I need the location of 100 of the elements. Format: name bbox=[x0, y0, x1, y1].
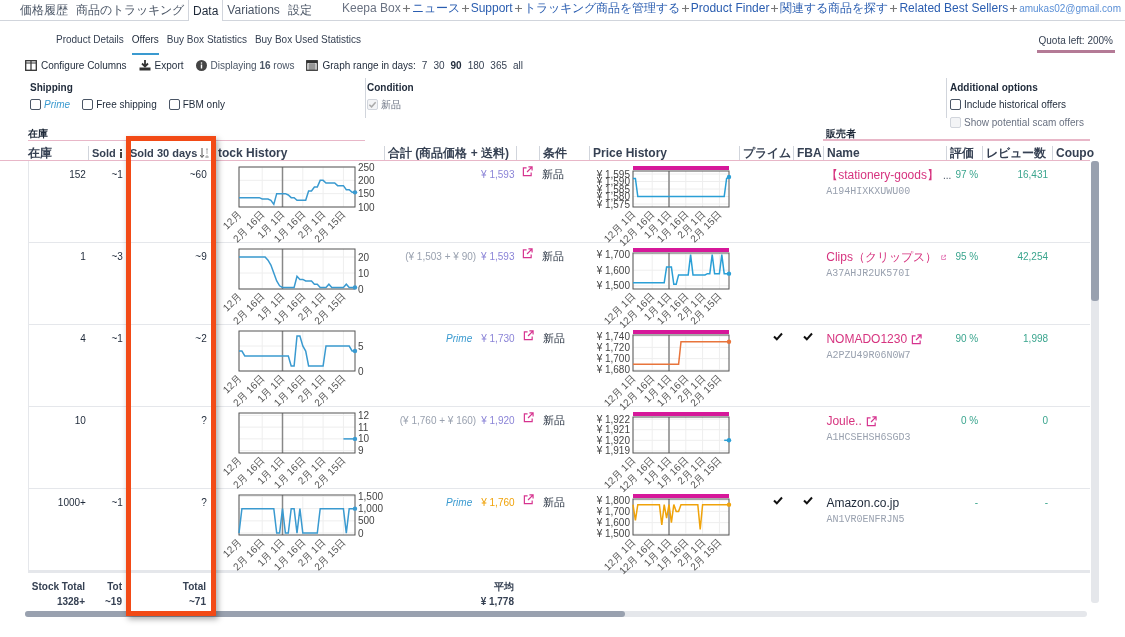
sold-30-days-count: ~2 bbox=[195, 333, 207, 344]
range-option[interactable]: all bbox=[513, 57, 524, 73]
column-header[interactable]: Coupo bbox=[1056, 144, 1094, 162]
seller-id: A2PZU49R06N0W7 bbox=[826, 349, 912, 363]
sub-tab[interactable]: Product Details bbox=[56, 27, 124, 55]
stock-count: 4 bbox=[80, 333, 86, 344]
separator-icon bbox=[461, 4, 469, 12]
external-link-icon[interactable] bbox=[522, 330, 534, 341]
seller-name[interactable]: Amazon.co.jp bbox=[826, 494, 900, 512]
top-tab[interactable]: Data bbox=[188, 0, 224, 21]
sort-icon[interactable] bbox=[200, 148, 210, 158]
sold-count: ~1 bbox=[111, 333, 123, 344]
sold-30-days-count: ? bbox=[201, 415, 207, 426]
seller-name[interactable]: NOMADO1230 bbox=[826, 330, 908, 348]
column-header[interactable]: Name bbox=[827, 144, 860, 162]
group-header: 販売者 bbox=[823, 127, 1090, 141]
axis-tick-label: 0 bbox=[357, 365, 364, 377]
price-breakdown: (¥ 1,503 + ¥ 90) bbox=[405, 250, 477, 264]
column-header[interactable]: プライム bbox=[743, 144, 791, 162]
review-count: 0 bbox=[1042, 415, 1049, 426]
vertical-scrollbar[interactable] bbox=[1091, 161, 1099, 603]
range-option[interactable]: 90 bbox=[450, 57, 462, 73]
range-option[interactable]: 7 bbox=[421, 57, 428, 73]
column-header[interactable]: FBA bbox=[797, 144, 822, 162]
column-header[interactable]: Price History bbox=[593, 144, 668, 162]
total-price: ¥ 1,593 bbox=[481, 250, 515, 264]
review-count: - bbox=[1044, 497, 1049, 508]
axis-tick-label: 1,000 bbox=[357, 503, 383, 515]
column-header[interactable]: 合計 (商品価格 + 送料) bbox=[388, 144, 509, 162]
axis-tick-label: 0 bbox=[357, 527, 364, 539]
external-link-icon[interactable] bbox=[522, 248, 534, 259]
column-header[interactable]: 在庫 bbox=[28, 144, 52, 162]
range-option[interactable]: 365 bbox=[490, 57, 508, 73]
prime-label: Prime bbox=[446, 332, 473, 346]
top-tab[interactable]: Variations bbox=[223, 0, 284, 20]
checkbox[interactable] bbox=[168, 99, 180, 110]
review-count: 16,431 bbox=[1017, 169, 1049, 180]
header-link[interactable]: Related Best Sellers bbox=[899, 0, 1009, 17]
account-link[interactable]: amukas02@gmail.com bbox=[1019, 0, 1121, 16]
separator-icon bbox=[681, 4, 689, 12]
stock-count: 1 bbox=[80, 251, 86, 262]
filter-title: Shipping bbox=[30, 81, 74, 95]
axis-tick-label: 200 bbox=[357, 174, 375, 186]
range-option[interactable]: 30 bbox=[433, 57, 445, 73]
seller-id: A37AHJR2UK570I bbox=[826, 267, 912, 281]
header-link[interactable]: 関連する商品を探す bbox=[780, 0, 889, 17]
sold-count: ~1 bbox=[111, 169, 123, 180]
export-button[interactable]: Export bbox=[138, 57, 184, 73]
range-option[interactable]: 180 bbox=[467, 57, 485, 73]
checkbox[interactable] bbox=[30, 99, 41, 110]
horizontal-scrollbar[interactable] bbox=[25, 611, 1087, 617]
rating-text: - bbox=[974, 497, 979, 508]
axis-tick-label: 10 bbox=[357, 267, 369, 279]
column-header[interactable]: 条件 bbox=[543, 144, 567, 162]
axis-tick-label: ¥ 1,700 bbox=[596, 249, 631, 261]
rating-text: 0 % bbox=[960, 415, 979, 426]
column-header[interactable]: Sold bbox=[92, 144, 116, 162]
header-link[interactable]: Product Finder bbox=[690, 0, 770, 17]
sold-30-days-count: ~60 bbox=[189, 169, 207, 180]
seller-name[interactable]: 【stationery-goods】 bbox=[826, 166, 939, 184]
column-header[interactable]: レビュー数 bbox=[986, 144, 1046, 162]
external-link-icon[interactable] bbox=[911, 333, 923, 345]
checkbox[interactable] bbox=[82, 99, 94, 110]
column-header[interactable]: Sold 30 days bbox=[130, 144, 198, 162]
axis-tick-label: ¥ 1,700 bbox=[597, 505, 631, 517]
column-header[interactable]: 評価 bbox=[950, 144, 974, 162]
checkbox-label: Free shipping bbox=[96, 98, 157, 112]
header-link[interactable]: ニュース bbox=[411, 0, 460, 17]
axis-tick-label: 9 bbox=[357, 445, 364, 457]
info-icon bbox=[118, 148, 123, 158]
sub-tab[interactable]: Offers bbox=[131, 27, 159, 55]
top-tab[interactable]: 設定 bbox=[283, 0, 316, 20]
condition-text: 新品 bbox=[542, 250, 565, 262]
checkbox[interactable] bbox=[950, 99, 961, 110]
top-tab[interactable]: 価格履歴 bbox=[16, 0, 72, 20]
seller-name[interactable]: Clips（クリップス） bbox=[826, 248, 937, 266]
stock-count: 10 bbox=[74, 415, 86, 426]
header-link[interactable]: Support bbox=[470, 0, 513, 17]
top-tab[interactable]: 商品のトラッキング bbox=[72, 0, 188, 20]
header-link[interactable]: トラッキング商品を管理する bbox=[523, 0, 680, 17]
external-link-icon[interactable] bbox=[522, 166, 534, 177]
external-link-icon[interactable] bbox=[522, 494, 534, 505]
sub-tab[interactable]: Buy Box Used Statistics bbox=[254, 27, 362, 55]
external-link-icon[interactable] bbox=[865, 415, 877, 427]
end-marker bbox=[352, 348, 357, 354]
footer-label: Stock Total bbox=[31, 580, 85, 594]
configure-columns-button[interactable]: Configure Columns bbox=[25, 57, 127, 73]
axis-tick-label: ¥ 1,919 bbox=[597, 445, 631, 457]
header-link[interactable]: Keepa Box bbox=[341, 0, 401, 17]
external-link-icon[interactable] bbox=[522, 412, 534, 423]
axis-tick-label: 500 bbox=[357, 515, 375, 527]
seller-name[interactable]: Joule.. bbox=[826, 412, 862, 430]
axis-tick-label: ¥ 1,800 bbox=[597, 494, 631, 506]
axis-tick-label: ¥ 1,920 bbox=[597, 434, 631, 446]
seller-id: AN1VR0ENFRJN5 bbox=[826, 513, 906, 527]
stock-count: 152 bbox=[69, 169, 86, 180]
column-header[interactable]: tock History bbox=[218, 144, 288, 162]
checkbox-label: Show potential scam offers bbox=[964, 116, 1084, 130]
sub-tab[interactable]: Buy Box Statistics bbox=[166, 27, 247, 55]
review-count: 42,254 bbox=[1017, 251, 1049, 262]
